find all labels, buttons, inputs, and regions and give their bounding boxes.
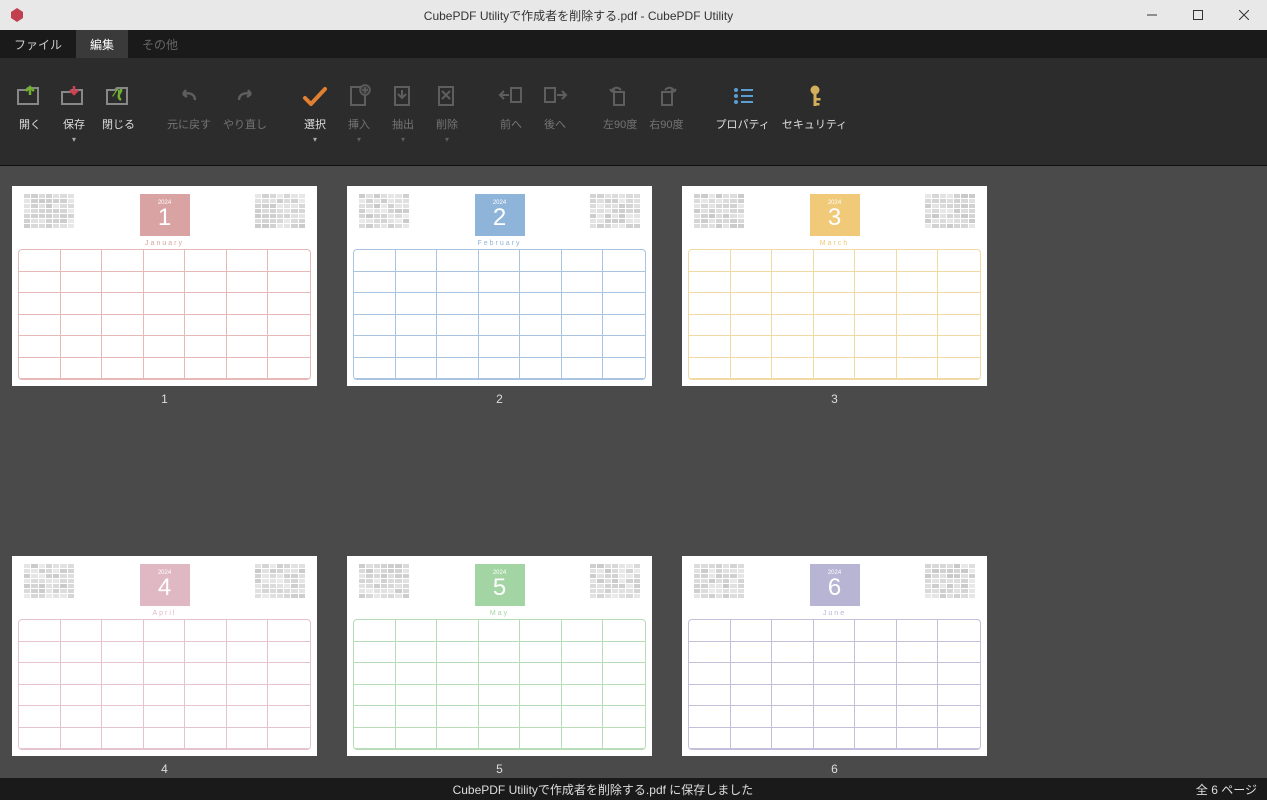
thumbnail-label: 4	[161, 762, 168, 776]
menu-bar: ファイル 編集 その他	[0, 30, 1267, 58]
thumbnail-page[interactable]: 20242February2	[347, 186, 652, 406]
ribbon-group-rotate: 左90度 ▾ 右90度 ▾	[597, 58, 690, 165]
undo-icon	[175, 80, 203, 112]
select-button[interactable]: 選択 ▾	[293, 67, 337, 157]
ribbon-group-move: 前へ ▾ 後へ ▾	[489, 58, 577, 165]
thumbnail-scroll-area[interactable]: 20241January120242February220243March320…	[0, 166, 1267, 778]
calendar-month-name: January	[18, 240, 311, 247]
next-icon	[541, 80, 569, 112]
calendar-month-name: February	[353, 240, 646, 247]
menu-other[interactable]: その他	[128, 30, 192, 58]
calendar-month-name: May	[353, 610, 646, 617]
title-bar: CubePDF Utilityで作成者を削除する.pdf - CubePDF U…	[0, 0, 1267, 30]
next-button[interactable]: 後へ ▾	[533, 67, 577, 157]
open-icon	[16, 80, 44, 112]
thumbnail-preview: 20241January	[12, 186, 317, 386]
ribbon-group-edit: 選択 ▾ 挿入 ▾ 抽出 ▾ 削除 ▾	[293, 58, 469, 165]
prev-icon	[497, 80, 525, 112]
save-icon	[60, 80, 88, 112]
calendar-month-number: 2	[493, 206, 506, 230]
close-file-icon	[105, 80, 133, 112]
thumbnail-page[interactable]: 20244April4	[12, 556, 317, 776]
ribbon-group-history: 元に戻す ▾ やり直し ▾	[161, 58, 273, 165]
security-button[interactable]: セキュリティ ▾	[776, 67, 853, 157]
next-label: 後へ	[544, 116, 566, 132]
thumbnail-label: 3	[831, 392, 838, 406]
calendar-month-name: June	[688, 610, 981, 617]
calendar-month-number: 3	[828, 206, 841, 230]
calendar-month-name: March	[688, 240, 981, 247]
property-icon	[731, 80, 755, 112]
thumbnail-page[interactable]: 20246June6	[682, 556, 987, 776]
redo-icon	[231, 80, 259, 112]
calendar-month-number: 4	[158, 576, 171, 600]
undo-label: 元に戻す	[167, 116, 211, 132]
thumbnail-preview: 20245May	[347, 556, 652, 756]
calendar-month-number: 6	[828, 576, 841, 600]
rotate-left-icon	[608, 80, 632, 112]
delete-button[interactable]: 削除 ▾	[425, 67, 469, 157]
property-label: プロパティ	[716, 116, 770, 132]
security-icon	[805, 80, 825, 112]
thumbnail-label: 1	[161, 392, 168, 406]
thumbnail-page[interactable]: 20243March3	[682, 186, 987, 406]
calendar-month-name: April	[18, 610, 311, 617]
rotate-left-label: 左90度	[603, 116, 637, 132]
select-label: 選択	[304, 116, 326, 132]
extract-button[interactable]: 抽出 ▾	[381, 67, 425, 157]
window-title: CubePDF Utilityで作成者を削除する.pdf - CubePDF U…	[28, 7, 1129, 24]
delete-label: 削除	[436, 116, 458, 132]
thumbnail-preview: 20244April	[12, 556, 317, 756]
ribbon-toolbar: 開く ▾ 保存 ▾ 閉じる ▾ 元に戻す ▾ やり直し ▾ 選択	[0, 58, 1267, 166]
delete-icon	[435, 80, 459, 112]
save-label: 保存	[63, 116, 85, 132]
calendar-month-number: 1	[158, 206, 171, 230]
thumbnail-label: 2	[496, 392, 503, 406]
undo-button[interactable]: 元に戻す ▾	[161, 67, 217, 157]
close-file-button[interactable]: 閉じる ▾	[96, 67, 141, 157]
rotate-left-button[interactable]: 左90度 ▾	[597, 67, 643, 157]
thumbnail-page[interactable]: 20241January1	[12, 186, 317, 406]
maximize-button[interactable]	[1175, 0, 1221, 30]
thumbnail-preview: 20242February	[347, 186, 652, 386]
status-bar: CubePDF Utilityで作成者を削除する.pdf に保存しました 全 6…	[0, 778, 1267, 800]
prev-label: 前へ	[500, 116, 522, 132]
open-button[interactable]: 開く ▾	[8, 67, 52, 157]
menu-file[interactable]: ファイル	[0, 30, 76, 58]
thumbnail-grid: 20241January120242February220243March320…	[0, 166, 1267, 778]
close-button[interactable]	[1221, 0, 1267, 30]
menu-edit[interactable]: 編集	[76, 30, 128, 58]
extract-icon	[391, 80, 415, 112]
close-file-label: 閉じる	[102, 116, 135, 132]
redo-label: やり直し	[223, 116, 267, 132]
status-message: CubePDF Utilityで作成者を削除する.pdf に保存しました	[10, 781, 1196, 798]
ribbon-group-file: 開く ▾ 保存 ▾ 閉じる ▾	[8, 58, 141, 165]
thumbnail-label: 5	[496, 762, 503, 776]
thumbnail-page[interactable]: 20245May5	[347, 556, 652, 776]
window-buttons	[1129, 0, 1267, 30]
ribbon-group-props: プロパティ ▾ セキュリティ ▾	[710, 58, 854, 165]
insert-icon	[347, 80, 371, 112]
rotate-right-label: 右90度	[649, 116, 683, 132]
insert-label: 挿入	[348, 116, 370, 132]
extract-label: 抽出	[392, 116, 414, 132]
open-label: 開く	[19, 116, 41, 132]
rotate-right-button[interactable]: 右90度 ▾	[643, 67, 689, 157]
prev-button[interactable]: 前へ ▾	[489, 67, 533, 157]
select-icon	[301, 80, 329, 112]
thumbnail-preview: 20246June	[682, 556, 987, 756]
calendar-month-number: 5	[493, 576, 506, 600]
minimize-button[interactable]	[1129, 0, 1175, 30]
save-button[interactable]: 保存 ▾	[52, 67, 96, 157]
status-page-count: 全 6 ページ	[1196, 781, 1257, 798]
property-button[interactable]: プロパティ ▾	[710, 67, 776, 157]
thumbnail-label: 6	[831, 762, 838, 776]
app-logo-icon	[6, 4, 28, 26]
redo-button[interactable]: やり直し ▾	[217, 67, 273, 157]
rotate-right-icon	[654, 80, 678, 112]
insert-button[interactable]: 挿入 ▾	[337, 67, 381, 157]
security-label: セキュリティ	[782, 116, 847, 132]
thumbnail-preview: 20243March	[682, 186, 987, 386]
